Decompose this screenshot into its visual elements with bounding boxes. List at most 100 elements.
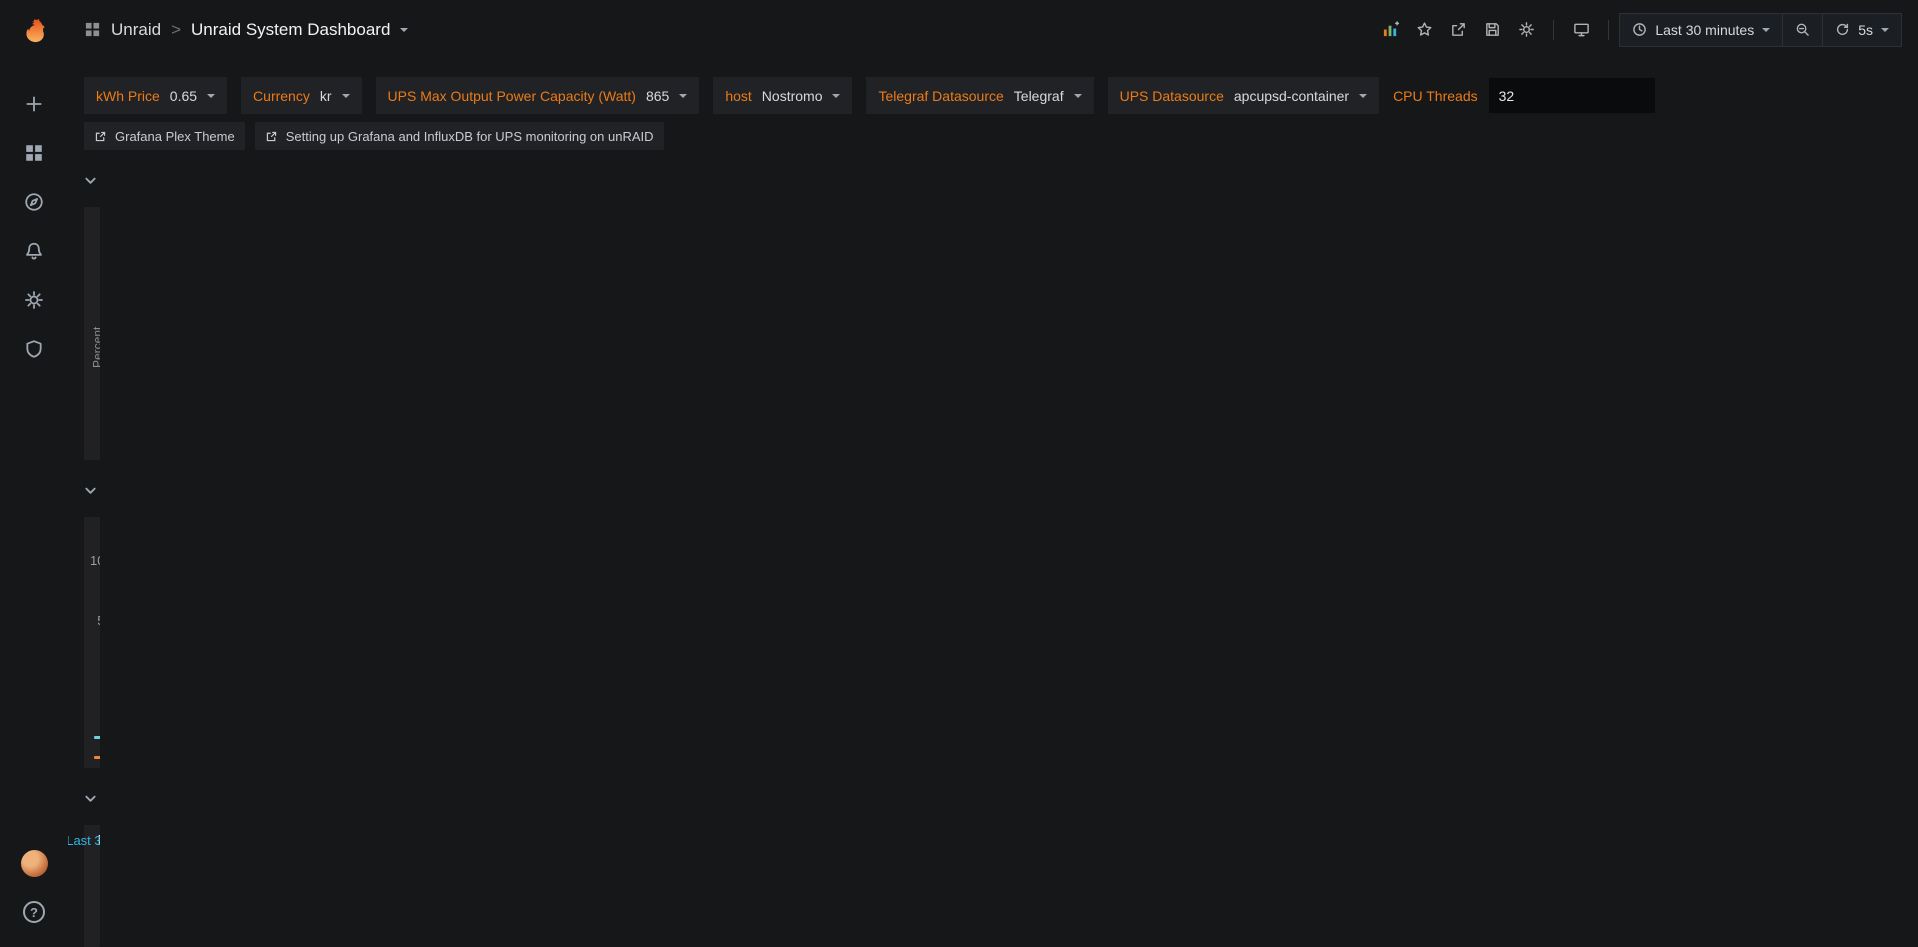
variable-host[interactable]: host Nostromo — [713, 77, 852, 114]
share-icon — [1450, 21, 1467, 38]
chevron-down-icon — [342, 94, 350, 98]
variable-currency[interactable]: Currency kr — [241, 77, 361, 114]
external-link-icon — [265, 130, 278, 143]
variable-label: kWh Price — [96, 88, 160, 104]
main-area: Unraid > Unraid System Dashboard — [68, 0, 1918, 947]
sidebar: ? — [0, 0, 68, 947]
gear-icon — [24, 290, 44, 310]
sidebar-configuration-button[interactable] — [11, 278, 57, 322]
monitor-icon — [1573, 21, 1590, 38]
shield-icon — [24, 339, 44, 359]
breadcrumb-separator: > — [171, 20, 181, 40]
y-axis-left: 6.0 MBs 4.0 MBs 2.0 MBs — [90, 861, 100, 947]
panel-cpu-1: CPU 1 Last 30 minutes 100%50%0% — [84, 517, 100, 768]
toolbar-divider — [1553, 20, 1554, 40]
legend-row[interactable]: Core 7 21% 37% — [94, 722, 100, 742]
variable-ups-max-output[interactable]: UPS Max Output Power Capacity (Watt) 865 — [376, 77, 700, 114]
grafana-flame-icon — [18, 16, 50, 48]
dashboard-body: UPS Stats UPS Load % Last 12 hours Perce… — [68, 150, 100, 947]
dashboard-settings-button[interactable] — [1509, 14, 1543, 46]
compass-icon — [24, 192, 44, 212]
sidebar-alerting-button[interactable] — [11, 229, 57, 273]
grafana-logo[interactable] — [11, 8, 57, 56]
sidebar-bottom: ? — [11, 841, 57, 947]
question-mark-icon: ? — [23, 901, 45, 923]
star-dashboard-button[interactable] — [1407, 14, 1441, 46]
save-icon — [1484, 21, 1501, 38]
share-dashboard-button[interactable] — [1441, 14, 1475, 46]
external-link-icon — [94, 130, 107, 143]
breadcrumb-folder[interactable]: Unraid — [111, 20, 161, 40]
chevron-down-icon — [1762, 28, 1770, 32]
variable-value[interactable]: 865 — [646, 88, 669, 104]
panel-network: Network Last 30 minutes 6.0 MBs 4.0 MBs … — [84, 825, 100, 947]
kiosk-mode-button[interactable] — [1564, 14, 1598, 46]
time-range-label: Last 30 minutes — [1655, 22, 1754, 38]
variable-value[interactable]: Nostromo — [762, 88, 823, 104]
variable-cpu-threads: CPU Threads — [1393, 77, 1656, 114]
breadcrumb[interactable]: Unraid > Unraid System Dashboard — [84, 20, 408, 40]
chevron-down-icon — [832, 94, 840, 98]
variable-value[interactable]: Telegraf — [1014, 88, 1064, 104]
panel-header: UPS Load % Last 12 hours — [84, 207, 100, 237]
variable-value[interactable]: 0.65 — [170, 88, 197, 104]
legend-header: avg current — [94, 704, 100, 722]
y-axis-left: 100%50%0% — [90, 553, 100, 704]
dashboard-link-ups-guide[interactable]: Setting up Grafana and InfluxDB for UPS … — [255, 122, 664, 150]
variable-label: CPU Threads — [1393, 88, 1480, 104]
dashboard-links-row: Grafana Plex Theme Setting up Grafana an… — [68, 114, 1918, 150]
legend-row[interactable]: Core 2 19% 28% — [94, 742, 100, 762]
dashboard-title[interactable]: Unraid System Dashboard — [191, 20, 390, 40]
link-label: Setting up Grafana and InfluxDB for UPS … — [286, 129, 654, 144]
variable-telegraf-datasource[interactable]: Telegraf Datasource Telegraf — [866, 77, 1093, 114]
star-icon — [1416, 21, 1433, 38]
variable-label: UPS Max Output Power Capacity (Watt) — [388, 88, 636, 104]
graph-legend: UPS Load Min: 17% Max: 32% Avg: 20% Watt… — [84, 434, 100, 460]
graph-area: Percent 35%30%25%20%15% 10:0012:0014:001… — [84, 237, 100, 434]
template-variables-row: kWh Price 0.65 Currency kr UPS Max Outpu… — [68, 59, 1918, 114]
sidebar-explore-button[interactable] — [11, 180, 57, 224]
save-dashboard-button[interactable] — [1475, 14, 1509, 46]
refresh-picker[interactable]: 5s — [1823, 13, 1902, 47]
variable-value[interactable]: apcupsd-container — [1234, 88, 1349, 104]
sidebar-create-button[interactable] — [11, 82, 57, 126]
graph-legend: avg current Core 7 21% 37% Core 2 — [84, 704, 100, 768]
search-minus-icon — [1795, 22, 1810, 37]
add-panel-button[interactable] — [1373, 14, 1407, 46]
variable-value[interactable]: kr — [320, 88, 332, 104]
link-label: Grafana Plex Theme — [115, 129, 235, 144]
time-range-picker[interactable]: Last 30 minutes — [1619, 13, 1783, 47]
dashboard-link-plex-theme[interactable]: Grafana Plex Theme — [84, 122, 245, 150]
chevron-down-icon — [1074, 94, 1082, 98]
sidebar-admin-button[interactable] — [11, 327, 57, 371]
variable-label: host — [725, 88, 751, 104]
clock-icon — [1632, 22, 1647, 37]
chevron-down-icon — [679, 94, 687, 98]
toolbar-divider — [1608, 20, 1609, 40]
gear-icon — [1518, 21, 1535, 38]
plus-icon — [24, 94, 44, 114]
variable-label: Currency — [253, 88, 310, 104]
sidebar-dashboards-button[interactable] — [11, 131, 57, 175]
cpu-threads-input[interactable] — [1488, 77, 1656, 114]
y-axis-name-left: Percent — [90, 243, 100, 434]
variable-ups-datasource[interactable]: UPS Datasource apcupsd-container — [1108, 77, 1379, 114]
time-override-label: Last 30 minutes — [68, 825, 100, 855]
chevron-down-icon — [400, 28, 408, 32]
topbar-actions: Last 30 minutes 5s — [1373, 13, 1902, 47]
help-button[interactable]: ? — [11, 890, 57, 934]
series-color-dash — [94, 736, 100, 739]
bell-icon — [24, 241, 44, 261]
series-color-dash — [94, 756, 100, 759]
chevron-down-icon — [1359, 94, 1367, 98]
user-avatar[interactable] — [11, 841, 57, 885]
topbar: Unraid > Unraid System Dashboard — [68, 0, 1918, 59]
panel-ups-load: UPS Load % Last 12 hours Percent 35%30%2… — [84, 207, 100, 460]
variable-kwh-price[interactable]: kWh Price 0.65 — [84, 77, 227, 114]
refresh-icon — [1835, 22, 1850, 37]
chevron-down-icon — [84, 484, 97, 500]
avatar-image-icon — [21, 850, 48, 877]
dashboards-grid-icon — [24, 143, 44, 163]
zoom-out-button[interactable] — [1783, 13, 1823, 47]
chevron-down-icon — [84, 174, 97, 190]
